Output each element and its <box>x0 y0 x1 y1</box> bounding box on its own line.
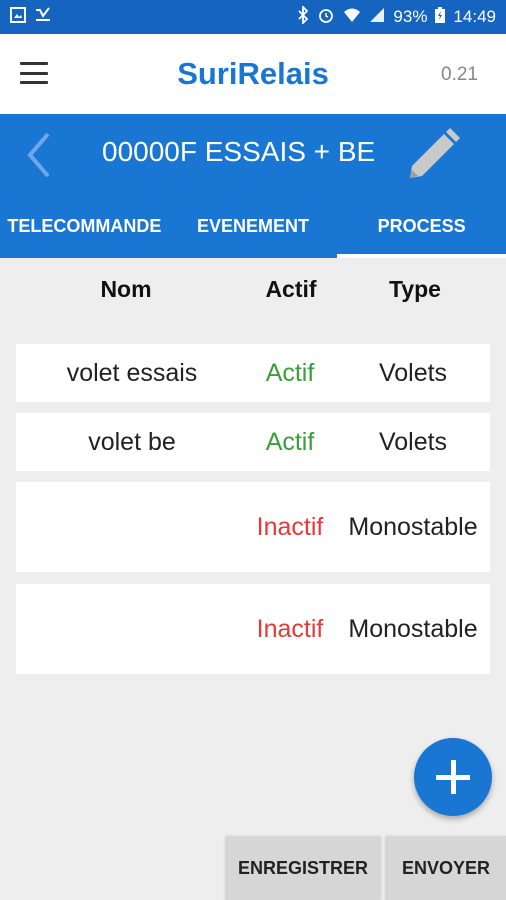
table-header: Nom Actif Type <box>16 276 490 316</box>
tab-telecommande[interactable]: TELECOMMANDE <box>0 196 169 258</box>
header-type: Type <box>389 276 441 302</box>
tab-evenement[interactable]: EVENEMENT <box>169 196 338 258</box>
row-actif: Actif <box>265 427 315 456</box>
row-nom <box>16 584 248 674</box>
row-type: Volets <box>378 358 448 387</box>
bluetooth-icon <box>297 4 309 29</box>
row-nom: volet essais <box>66 358 198 387</box>
edit-pencil-icon[interactable] <box>404 126 462 184</box>
tab-process[interactable]: PROCESS <box>337 196 506 258</box>
download-done-icon <box>34 6 52 28</box>
row-type: Monostable <box>348 512 478 541</box>
status-bar: 93% 14:49 <box>0 0 506 34</box>
header-actif: Actif <box>265 276 317 302</box>
battery-charging-icon <box>435 6 446 28</box>
row-type: Volets <box>378 427 448 456</box>
battery-percent: 93% <box>393 7 428 26</box>
app-title: SuriRelais <box>177 56 329 91</box>
row-actif: Actif <box>265 358 315 387</box>
row-actif: Inactif <box>256 614 324 643</box>
save-button[interactable]: ENREGISTRER <box>226 836 380 900</box>
row-nom: volet be <box>88 427 176 456</box>
device-header: 00000F ESSAIS + BE <box>0 114 506 196</box>
device-title: 00000F ESSAIS + BE <box>102 136 376 167</box>
gallery-icon <box>10 6 26 28</box>
row-actif: Inactif <box>256 512 324 541</box>
tab-bar: TELECOMMANDE EVENEMENT PROCESS <box>0 196 506 258</box>
app-version: 0.21 <box>441 64 478 85</box>
process-row[interactable]: volet be Actif Volets <box>16 413 490 471</box>
row-type: Monostable <box>348 614 478 643</box>
process-row[interactable]: Inactif Monostable <box>16 584 490 674</box>
wifi-icon <box>343 7 361 28</box>
process-row[interactable]: Inactif Monostable <box>16 482 490 572</box>
clock: 14:49 <box>453 7 496 26</box>
row-nom <box>16 482 248 572</box>
add-process-button[interactable] <box>414 738 492 816</box>
back-arrow-icon[interactable] <box>22 130 56 180</box>
app-bar: SuriRelais 0.21 <box>0 34 506 114</box>
process-row[interactable]: volet essais Actif Volets <box>16 344 490 402</box>
send-button[interactable]: ENVOYER <box>386 836 506 900</box>
alarm-icon <box>317 6 335 29</box>
signal-icon <box>369 7 385 28</box>
header-nom: Nom <box>100 276 152 302</box>
